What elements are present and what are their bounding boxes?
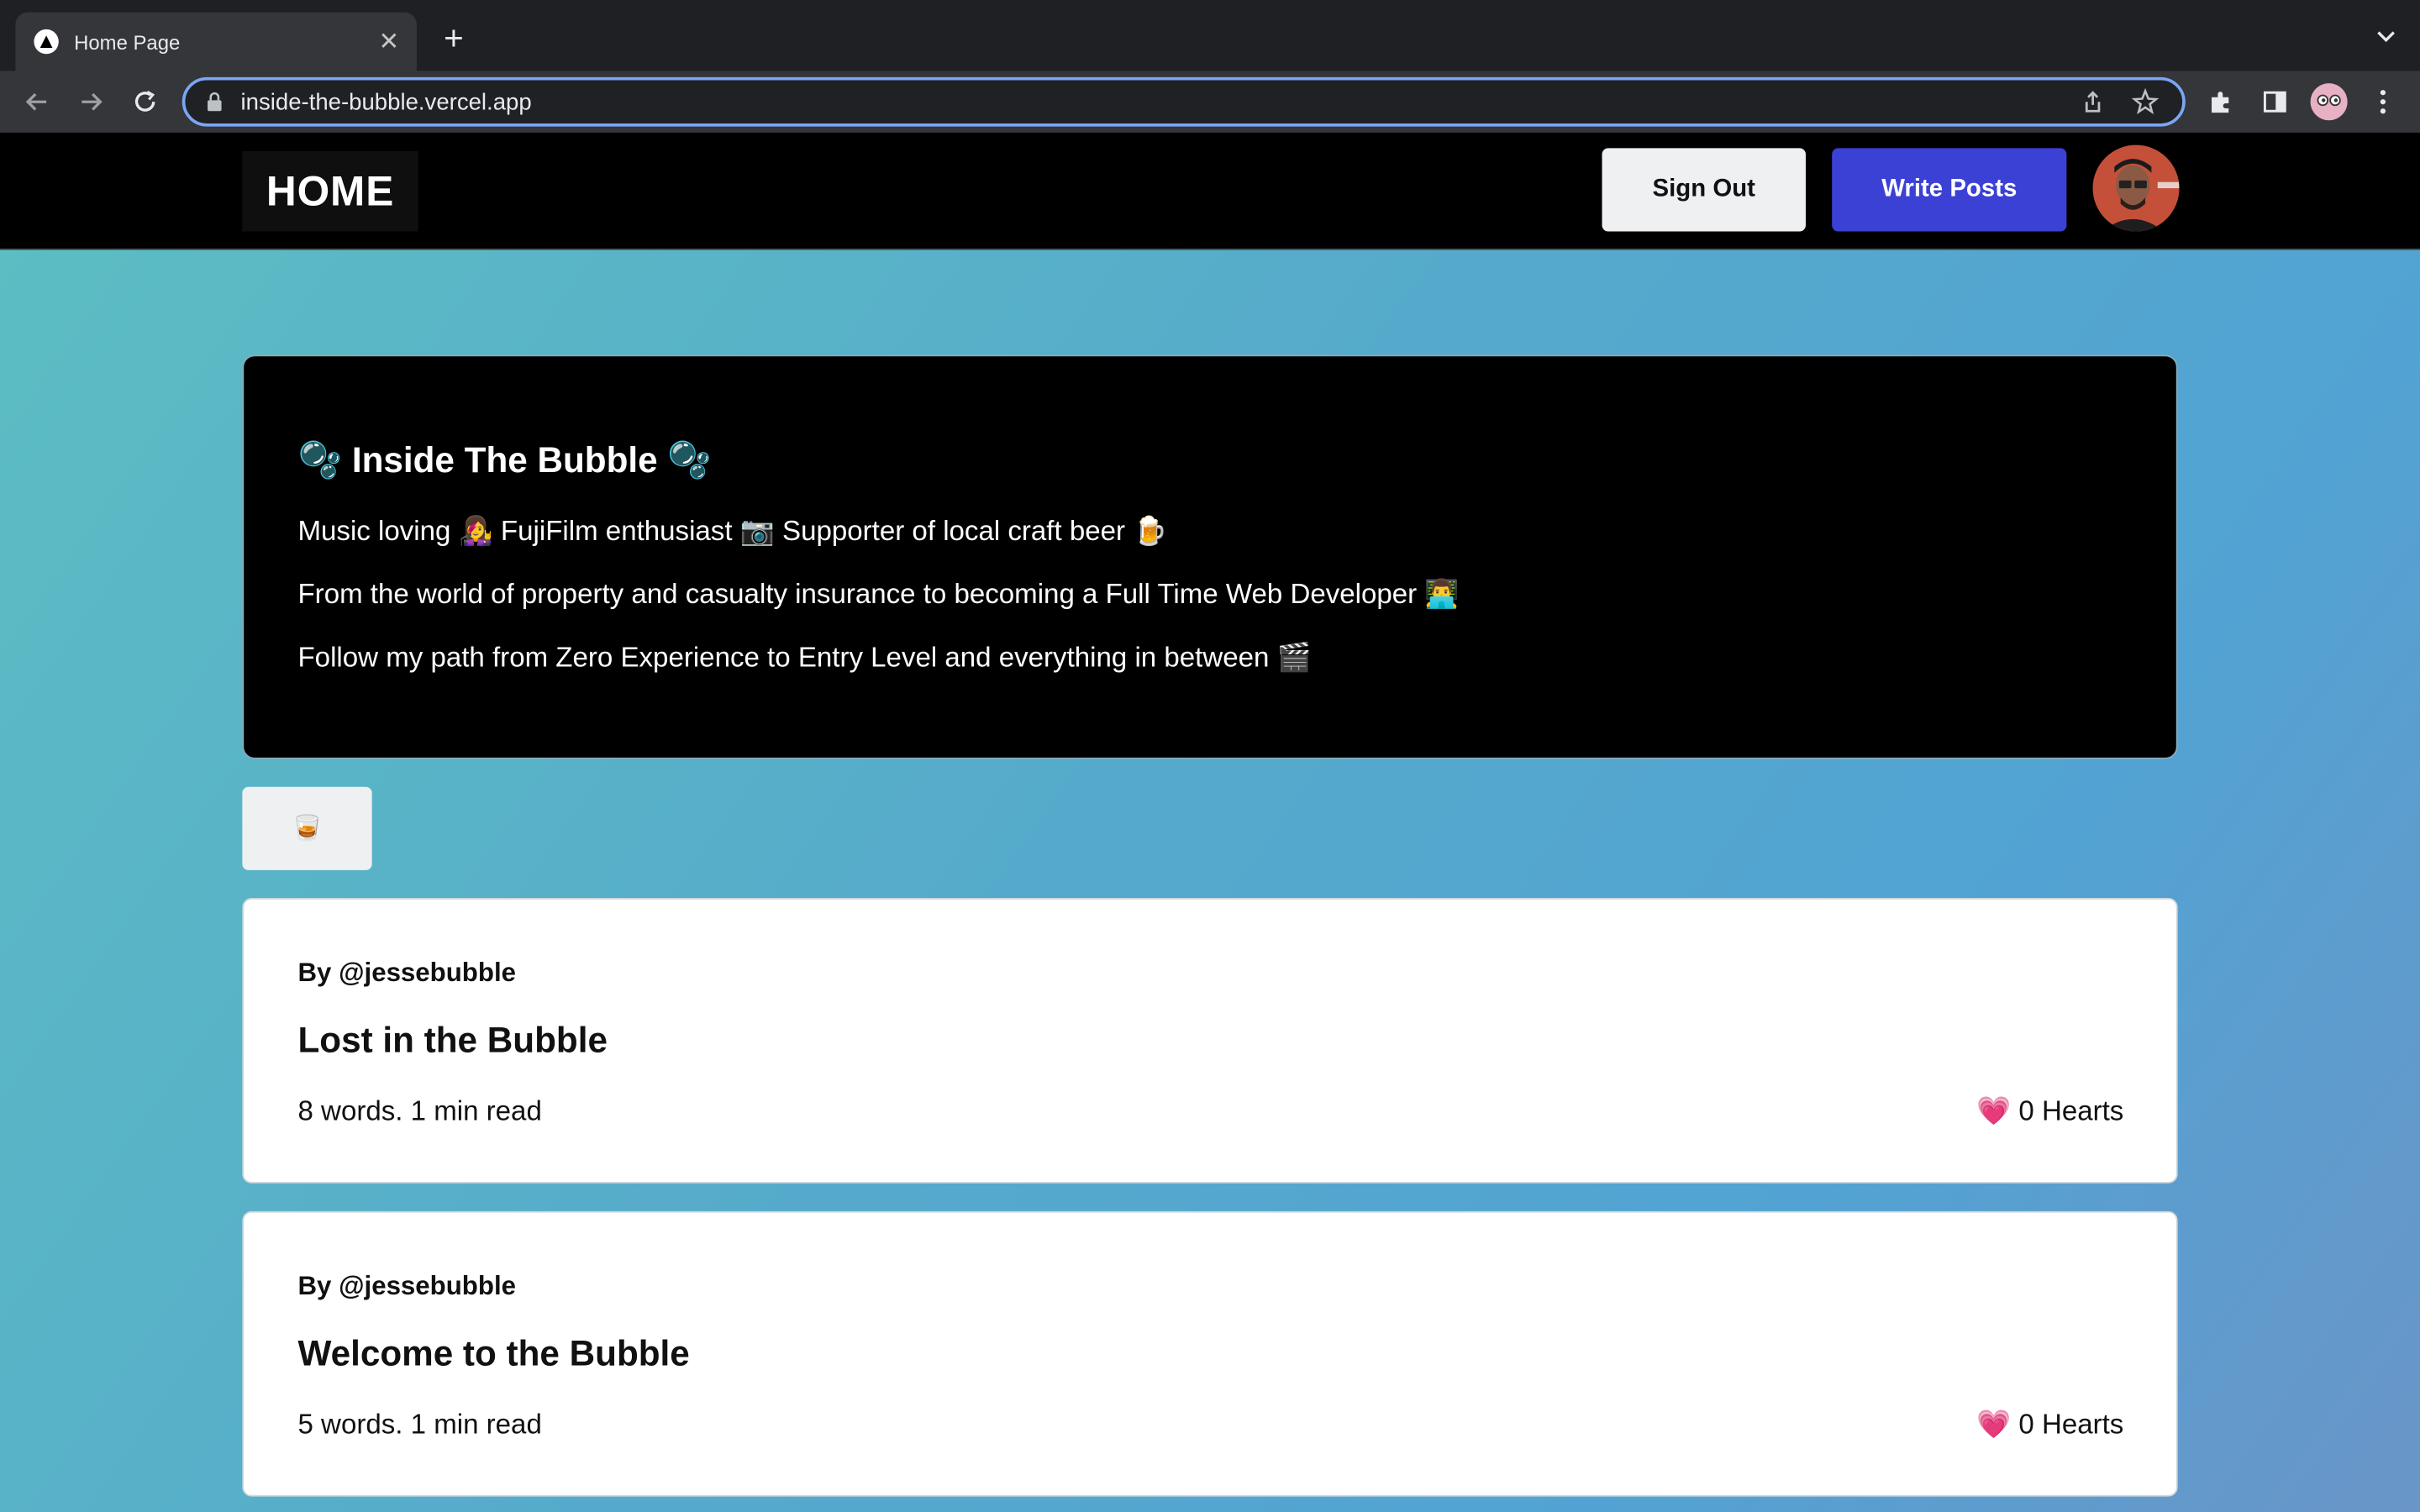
share-icon[interactable] (2077, 87, 2108, 118)
new-tab-icon[interactable]: + (435, 19, 472, 57)
home-logo-link[interactable]: HOME (242, 151, 418, 232)
intro-banner: 🫧 Inside The Bubble 🫧 Music loving 👩‍🎤 F… (242, 354, 2178, 759)
write-posts-button[interactable]: Write Posts (1832, 148, 2067, 232)
tab-search-chevron-icon[interactable] (2374, 24, 2398, 48)
post-card[interactable]: By @jessebubble Welcome to the Bubble 5 … (242, 1210, 2178, 1497)
forward-arrow-icon[interactable] (72, 83, 109, 120)
user-avatar[interactable] (2092, 144, 2180, 232)
post-hearts: 💗 0 Hearts (1976, 1408, 2124, 1440)
vercel-triangle-icon (34, 29, 59, 55)
intro-line-2: From the world of property and casualty … (297, 578, 1460, 610)
tab-title: Home Page (74, 29, 181, 54)
post-author[interactable]: By @jessebubble (297, 1271, 516, 1302)
post-read-time: 8 words. 1 min read (297, 1095, 542, 1126)
post-read-time: 5 words. 1 min read (297, 1408, 542, 1440)
post-card[interactable]: By @jessebubble Lost in the Bubble 8 wor… (242, 897, 2178, 1184)
side-panel-icon[interactable] (2258, 85, 2291, 118)
url-text: inside-the-bubble.vercel.app (240, 88, 532, 115)
browser-profile-avatar[interactable] (2310, 83, 2348, 121)
load-more-button[interactable]: 🥃 (242, 786, 372, 870)
post-author[interactable]: By @jessebubble (297, 958, 516, 990)
post-hearts: 💗 0 Hearts (1976, 1095, 2124, 1126)
kebab-menu-icon[interactable] (2366, 85, 2400, 118)
post-title[interactable]: Welcome to the Bubble (297, 1333, 689, 1375)
browser-toolbar: inside-the-bubble.vercel.app (0, 71, 2420, 134)
back-arrow-icon[interactable] (18, 83, 55, 120)
intro-line-3: Follow my path from Zero Experience to E… (297, 642, 1312, 673)
sign-out-button[interactable]: Sign Out (1602, 148, 1806, 232)
site-navbar: HOME Sign Out Write Posts (0, 132, 2420, 250)
close-tab-icon[interactable]: ✕ (371, 26, 408, 57)
main-content: 🫧 Inside The Bubble 🫧 Music loving 👩‍🎤 F… (0, 249, 2420, 1512)
address-bar[interactable]: inside-the-bubble.vercel.app (182, 76, 2186, 127)
lock-icon (203, 91, 225, 113)
extensions-puzzle-icon[interactable] (2204, 85, 2238, 118)
post-title[interactable]: Lost in the Bubble (297, 1020, 607, 1062)
browser-tab-bar: Home Page ✕ + (0, 0, 2420, 71)
reload-icon[interactable] (127, 83, 164, 120)
bookmark-star-icon[interactable] (2130, 87, 2161, 118)
intro-line-1: Music loving 👩‍🎤 FujiFilm enthusiast 📷 S… (297, 515, 1168, 547)
site-title: 🫧 Inside The Bubble 🫧 (297, 439, 712, 480)
browser-tab[interactable]: Home Page ✕ (15, 12, 417, 71)
